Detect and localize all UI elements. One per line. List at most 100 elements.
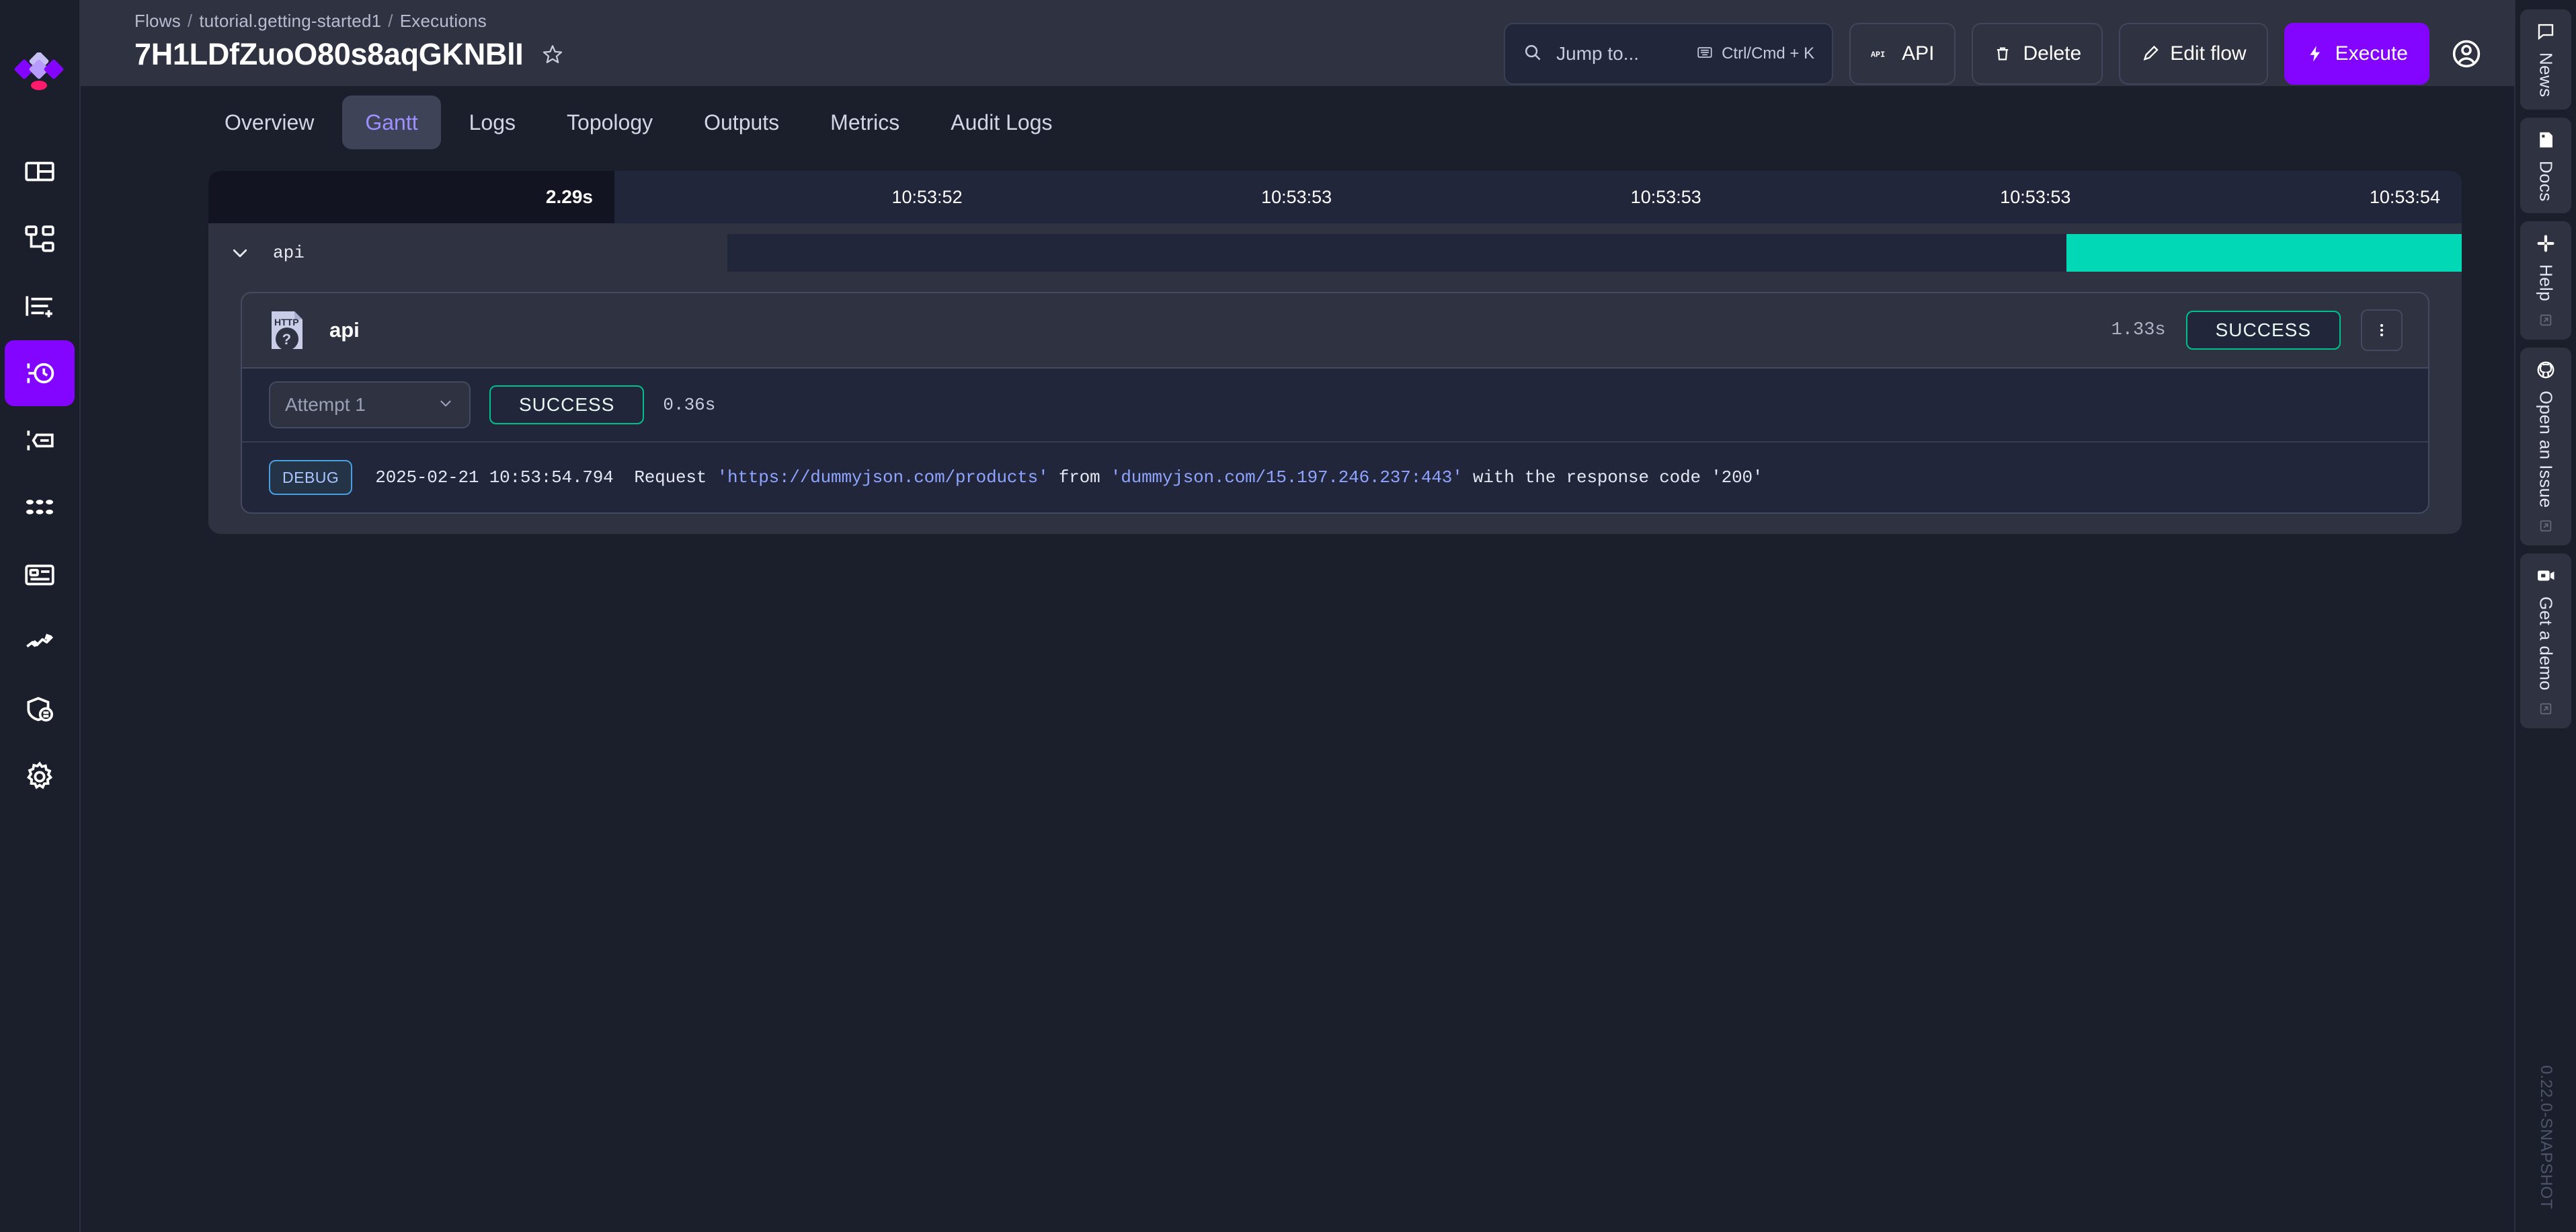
tab-gantt[interactable]: Gantt xyxy=(342,95,441,149)
flows-icon xyxy=(23,222,56,256)
svg-text:?: ? xyxy=(282,331,291,348)
execute-button-label: Execute xyxy=(2335,42,2408,65)
log-line[interactable]: DEBUG 2025-02-21 10:53:54.794 Request 'h… xyxy=(242,442,2428,512)
sidebar-item-executions[interactable] xyxy=(5,340,75,406)
gantt-panel: 2.29s 10:53:52 10:53:53 10:53:53 10:53:5… xyxy=(208,171,2462,534)
attempt-select-value: Attempt 1 xyxy=(285,394,366,415)
gear-icon xyxy=(23,760,56,794)
api-icon: API xyxy=(1871,46,1891,61)
tab-label: Logs xyxy=(469,110,516,134)
external-link-icon xyxy=(2538,518,2553,533)
rail-item-docs[interactable]: Docs xyxy=(2520,117,2571,214)
sidebar-item-dashboard[interactable] xyxy=(5,139,75,204)
gantt-bar-track xyxy=(614,223,2462,282)
rail-item-label: Open an Issue xyxy=(2536,390,2557,508)
task-menu-button[interactable] xyxy=(2361,309,2403,351)
api-button[interactable]: API API xyxy=(1849,23,1956,85)
tab-bar: Overview Gantt Logs Topology Outputs Met… xyxy=(81,86,2514,159)
breadcrumb-item-executions[interactable]: Executions xyxy=(400,11,487,32)
tab-metrics[interactable]: Metrics xyxy=(807,95,922,149)
external-link-icon xyxy=(2538,701,2553,716)
attempt-row: Attempt 1 SUCCESS 0.36s xyxy=(242,369,2428,442)
sidebar-item-apps[interactable] xyxy=(5,475,75,541)
tab-outputs[interactable]: Outputs xyxy=(681,95,802,149)
attempt-duration: 0.36s xyxy=(663,395,716,415)
edit-flow-button[interactable]: Edit flow xyxy=(2119,23,2268,85)
sidebar-item-blueprints[interactable] xyxy=(5,542,75,608)
breadcrumb-separator: / xyxy=(187,11,193,31)
app-version: 0.22.0-SNAPSHOT xyxy=(2537,1065,2555,1209)
favorite-button[interactable] xyxy=(541,43,564,66)
tab-topology[interactable]: Topology xyxy=(544,95,676,149)
chevron-down-icon xyxy=(437,394,454,416)
gantt-task-row[interactable]: api xyxy=(208,223,2462,282)
tab-audit-logs[interactable]: Audit Logs xyxy=(928,95,1075,149)
page-header: Flows / tutorial.getting-started1 / Exec… xyxy=(81,0,2514,86)
task-card-header-right: 1.33s SUCCESS xyxy=(2111,309,2403,351)
api-button-label: API xyxy=(1902,42,1935,65)
gantt-tick: 10:53:53 xyxy=(2000,186,2071,207)
breadcrumb-item-namespace[interactable]: tutorial.getting-started1 xyxy=(199,11,381,32)
github-icon xyxy=(2536,360,2556,380)
sidebar-item-logs[interactable] xyxy=(5,408,75,473)
delete-button[interactable]: Delete xyxy=(1972,23,2103,85)
task-status-badge[interactable]: SUCCESS xyxy=(2185,311,2341,350)
rail-item-label: Docs xyxy=(2536,160,2557,202)
log-message-pre: Request xyxy=(634,467,717,488)
gantt-timeline-header: 2.29s 10:53:52 10:53:53 10:53:53 10:53:5… xyxy=(208,171,2462,223)
account-circle-icon xyxy=(2452,40,2481,68)
attempt-select[interactable]: Attempt 1 xyxy=(269,381,471,428)
gantt-tick: 10:53:54 xyxy=(2369,186,2440,207)
tab-label: Gantt xyxy=(365,110,418,134)
logs-icon xyxy=(23,424,56,457)
gantt-total-duration: 2.29s xyxy=(208,171,614,223)
kestra-logo[interactable] xyxy=(13,51,67,100)
search-placeholder: Jump to... xyxy=(1556,43,1640,64)
log-host: 'dummyjson.com/15.197.246.237:443' xyxy=(1110,467,1463,488)
sidebar-item-administration[interactable] xyxy=(5,677,75,742)
sidebar-item-settings[interactable] xyxy=(5,744,75,810)
task-duration: 1.33s xyxy=(2111,320,2166,340)
chevron-down-icon[interactable] xyxy=(230,243,250,263)
log-url: 'https://dummyjson.com/products' xyxy=(717,467,1049,488)
rail-item-help[interactable]: Help xyxy=(2520,221,2571,340)
breadcrumb-item-flows[interactable]: Flows xyxy=(134,11,181,32)
tab-overview[interactable]: Overview xyxy=(202,95,337,149)
page-title: 7H1LDfZuoO80s8aqGKNBlI xyxy=(134,37,524,71)
log-message-post: with the response code '200' xyxy=(1462,467,1763,488)
task-name: api xyxy=(329,318,360,342)
apps-grid-icon xyxy=(23,491,56,525)
gantt-row-label-zone: api xyxy=(208,243,614,263)
search-input[interactable]: Jump to... Ctrl/Cmd + K xyxy=(1504,23,1834,85)
rail-item-get-a-demo[interactable]: Get a demo xyxy=(2520,553,2571,728)
task-detail-card: HTTP ? api 1.33s SUCCESS Attempt 1 SUCCE… xyxy=(241,292,2429,514)
dots-vertical-icon xyxy=(2380,323,2384,337)
gantt-tick: 10:53:52 xyxy=(891,186,963,207)
breadcrumb: Flows / tutorial.getting-started1 / Exec… xyxy=(134,11,564,32)
rail-item-news[interactable]: News xyxy=(2520,9,2571,110)
sidebar-item-namespaces[interactable] xyxy=(5,273,75,339)
execute-button[interactable]: Execute xyxy=(2284,23,2429,85)
rail-item-open-an-issue[interactable]: Open an Issue xyxy=(2520,347,2571,545)
demo-icon xyxy=(2536,566,2556,586)
slack-icon xyxy=(2536,233,2556,254)
svg-text:API: API xyxy=(1871,50,1885,59)
news-icon xyxy=(2536,22,2556,42)
attempt-status-badge[interactable]: SUCCESS xyxy=(489,385,645,424)
gantt-bar-queued[interactable] xyxy=(727,234,2066,272)
left-sidebar xyxy=(0,0,81,1232)
rail-item-label: Get a demo xyxy=(2536,596,2557,691)
log-level-badge[interactable]: DEBUG xyxy=(269,460,353,495)
breadcrumb-separator: / xyxy=(388,11,393,31)
search-shortcut-label: Ctrl/Cmd + K xyxy=(1722,44,1815,63)
account-button[interactable] xyxy=(2446,33,2487,75)
tab-label: Audit Logs xyxy=(951,110,1053,134)
header-actions: Jump to... Ctrl/Cmd + K API API Delete E… xyxy=(1504,0,2487,85)
tab-logs[interactable]: Logs xyxy=(446,95,538,149)
plugins-icon xyxy=(23,625,56,659)
tab-label: Outputs xyxy=(704,110,780,134)
sidebar-item-flows[interactable] xyxy=(5,206,75,272)
tab-label: Metrics xyxy=(830,110,900,134)
gantt-bar-success[interactable] xyxy=(2066,234,2462,272)
sidebar-item-plugins[interactable] xyxy=(5,609,75,675)
